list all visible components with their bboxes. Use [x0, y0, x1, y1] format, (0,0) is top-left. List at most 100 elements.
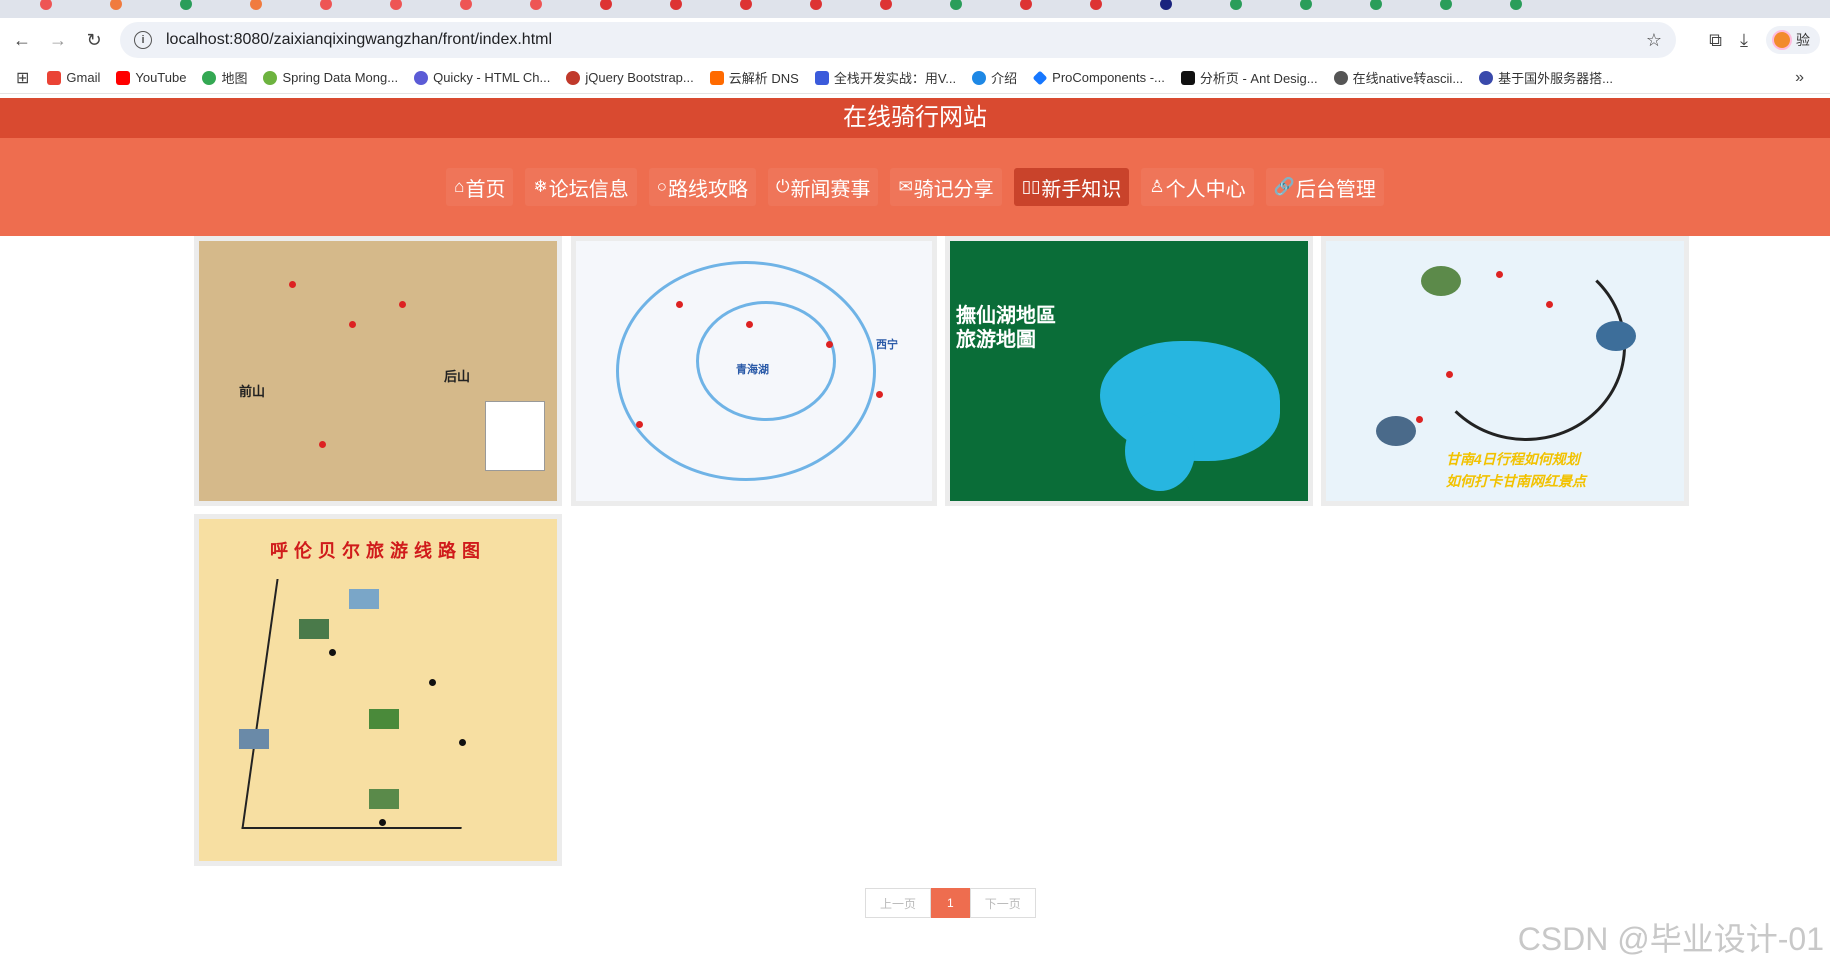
bookmark-label: Quicky - HTML Ch...: [433, 70, 551, 85]
prev-page-button[interactable]: 上一页: [865, 888, 932, 918]
bookmark-item[interactable]: 介绍: [972, 68, 1017, 87]
tab-favicon-icon: [1510, 0, 1522, 10]
route-card[interactable]: 前山 后山: [194, 236, 562, 506]
tab-favicon-icon: [1020, 0, 1032, 10]
browser-tab[interactable]: [880, 0, 942, 14]
link-icon: 🔗: [1273, 177, 1295, 196]
route-card[interactable]: 甘南4日行程如何规划 如何打卡甘南网红景点: [1321, 236, 1689, 506]
browser-tab[interactable]: [460, 0, 522, 14]
nav-label: 骑记分享: [913, 178, 994, 201]
browser-tab[interactable]: [250, 0, 312, 14]
route-map-image[interactable]: 青海湖 西宁: [576, 241, 932, 501]
route-map-image[interactable]: 前山 后山: [199, 241, 557, 501]
address-bar[interactable]: i localhost:8080/zaixianqixingwangzhan/f…: [120, 22, 1676, 58]
nav-profile[interactable]: ♙ 个人中心: [1141, 168, 1254, 206]
back-icon[interactable]: ←: [4, 22, 40, 58]
quicky-icon: [414, 70, 429, 85]
browser-tab[interactable]: [670, 0, 732, 14]
nav-routes[interactable]: ○ 路线攻略: [648, 168, 756, 206]
browser-tab[interactable]: [1160, 0, 1222, 14]
bookmark-star-icon[interactable]: ☆: [1646, 30, 1662, 51]
bookmark-item[interactable]: 云解析 DNS: [709, 68, 799, 87]
toolbar-right: ⧉ ⤓ 验: [1709, 22, 1830, 58]
bookmark-item[interactable]: Quicky - HTML Ch...: [414, 70, 550, 85]
tab-favicon-icon: [1370, 0, 1382, 10]
site-title: 在线骑行网站: [0, 98, 1830, 138]
route-card[interactable]: 撫仙湖地區 旅游地圖: [945, 236, 1313, 506]
nav-label: 首页: [465, 178, 506, 201]
browser-tab[interactable]: [740, 0, 802, 14]
page-number-button[interactable]: 1: [931, 888, 970, 918]
m-logo-icon: [814, 70, 829, 85]
browser-tab[interactable]: [320, 0, 382, 14]
nav-share[interactable]: ✉ 骑记分享: [890, 168, 1002, 206]
route-map-image[interactable]: 甘南4日行程如何规划 如何打卡甘南网红景点: [1326, 241, 1684, 501]
browser-tab[interactable]: [1370, 0, 1432, 14]
bookmark-label: 基于国外服务器搭...: [1498, 71, 1614, 86]
forward-icon[interactable]: →: [40, 22, 76, 58]
bookmark-item[interactable]: 在线native转ascii...: [1333, 68, 1464, 87]
url-text[interactable]: localhost:8080/zaixianqixingwangzhan/fro…: [166, 31, 552, 49]
bookmark-item[interactable]: Gmail: [47, 70, 100, 85]
browser-tab[interactable]: [390, 0, 452, 14]
route-map-image[interactable]: 撫仙湖地區 旅游地圖: [950, 241, 1308, 501]
bookmark-item[interactable]: 分析页 - Ant Desig...: [1180, 68, 1318, 87]
tab-favicon-icon: [40, 0, 52, 10]
bookmark-label: 在线native转ascii...: [1352, 71, 1464, 86]
browser-tab[interactable]: [1090, 0, 1152, 14]
mail-icon: ✉: [898, 177, 913, 196]
extensions-icon[interactable]: ⧉: [1709, 30, 1722, 51]
browser-tab[interactable]: [1020, 0, 1082, 14]
globe-icon: [1333, 70, 1348, 85]
download-icon[interactable]: ⤓: [1740, 30, 1748, 51]
browser-tab[interactable]: [950, 0, 1012, 14]
browser-tab[interactable]: [530, 0, 592, 14]
book-icon: ▯▯: [1021, 177, 1041, 196]
browser-tab[interactable]: [600, 0, 662, 14]
nav-beginner[interactable]: ▯▯ 新手知识: [1013, 168, 1130, 206]
bookmark-item[interactable]: jQuery Bootstrap...: [566, 70, 694, 85]
browser-tab[interactable]: [110, 0, 172, 14]
map-label: 前山: [239, 384, 266, 399]
pro-logo-icon: [1180, 70, 1195, 85]
apps-grid-icon[interactable]: ⊞: [16, 68, 29, 88]
tab-favicon-icon: [810, 0, 822, 10]
bookmark-label: Spring Data Mong...: [282, 70, 399, 85]
nav-forum[interactable]: ❄ 论坛信息: [525, 168, 637, 206]
bookmark-item[interactable]: 全栈开发实战：用V...: [814, 68, 957, 87]
route-card[interactable]: 青海湖 西宁: [571, 236, 937, 506]
route-card[interactable]: 呼伦贝尔旅游线路图: [194, 514, 562, 866]
tab-favicon-icon: [600, 0, 612, 10]
nav-news[interactable]: ⏻ 新闻赛事: [767, 168, 879, 206]
bookmark-label: 全栈开发实战：用V...: [833, 71, 957, 86]
nav-label: 后台管理: [1295, 178, 1376, 201]
browser-tab[interactable]: [1300, 0, 1362, 14]
nav-label: 路线攻略: [667, 178, 748, 201]
route-map-image[interactable]: 呼伦贝尔旅游线路图: [199, 519, 557, 861]
bookmark-item[interactable]: 地图: [202, 68, 247, 87]
more-bookmarks-icon[interactable]: »: [1795, 69, 1804, 87]
tab-favicon-icon: [880, 0, 892, 10]
bookmark-item[interactable]: YouTube: [116, 70, 186, 85]
tab-favicon-icon: [1230, 0, 1242, 10]
next-page-button[interactable]: 下一页: [969, 888, 1036, 918]
browser-tab[interactable]: [1230, 0, 1292, 14]
bookmark-item[interactable]: ProComponents -...: [1032, 70, 1165, 85]
nav-admin[interactable]: 🔗 后台管理: [1265, 168, 1384, 206]
reload-icon[interactable]: ↻: [76, 22, 112, 58]
browser-tab[interactable]: [40, 0, 102, 14]
bookmark-label: 地图: [221, 71, 248, 86]
youtube-icon: [116, 70, 131, 85]
bookmark-item[interactable]: 基于国外服务器搭...: [1479, 68, 1613, 87]
browser-tab[interactable]: [1510, 0, 1572, 14]
snowflake-icon: ❄: [533, 177, 548, 196]
site-info-icon[interactable]: i: [134, 31, 152, 49]
spring-leaf-icon: [263, 70, 278, 85]
browser-tab[interactable]: [810, 0, 872, 14]
profile-button[interactable]: 验: [1766, 26, 1820, 54]
bookmark-item[interactable]: Spring Data Mong...: [263, 70, 398, 85]
nav-home[interactable]: ⌂ 首页: [446, 168, 514, 206]
bookmark-label: 云解析 DNS: [728, 71, 799, 86]
browser-tab[interactable]: [1440, 0, 1502, 14]
browser-tab[interactable]: [180, 0, 242, 14]
